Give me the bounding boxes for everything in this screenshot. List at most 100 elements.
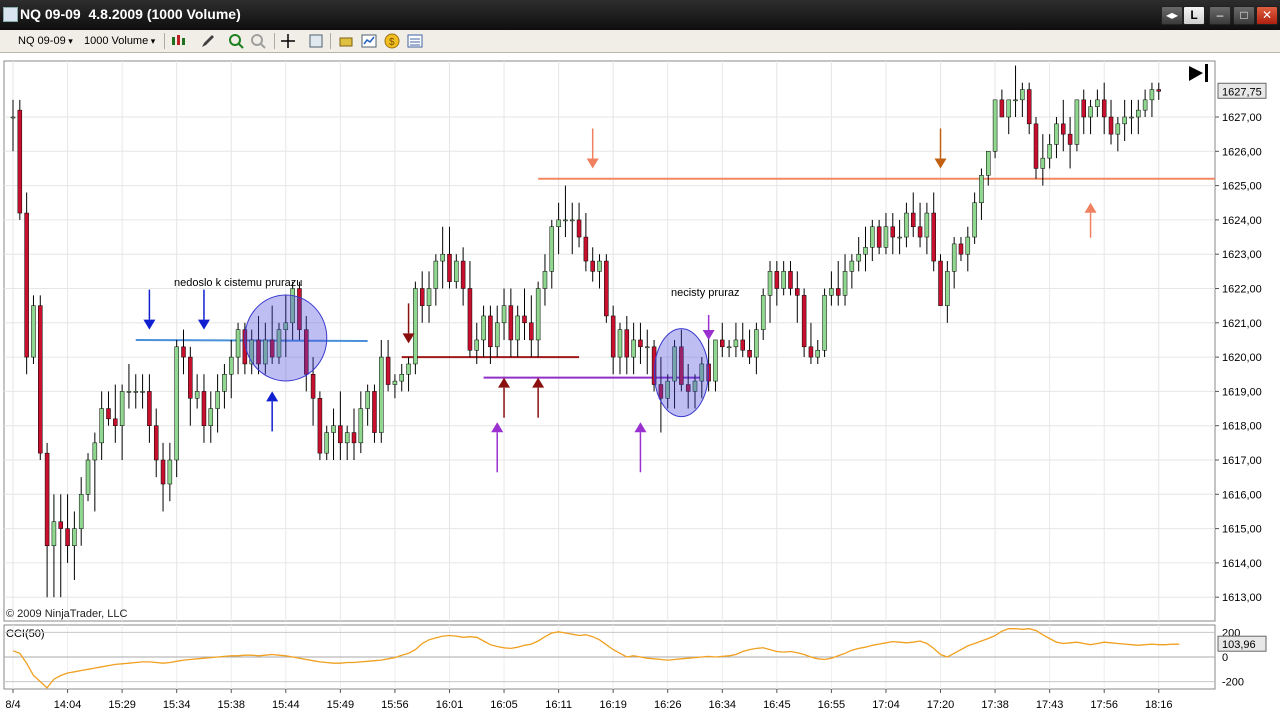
candle-body	[153, 425, 159, 461]
candle-body	[870, 226, 875, 248]
candle-body	[10, 116, 16, 119]
candle-body	[972, 202, 977, 238]
time-tick-label: 16:11	[545, 699, 572, 711]
candle-body	[494, 322, 500, 348]
minimize-button[interactable]: –	[1209, 6, 1231, 25]
candle-body	[119, 391, 125, 426]
candle-body	[1047, 144, 1052, 159]
candle-body	[1108, 116, 1114, 135]
maximize-button[interactable]: □	[1233, 6, 1255, 25]
candle-body	[215, 391, 220, 409]
instrument-selector[interactable]: NQ 09-09	[18, 33, 73, 49]
candle-body	[501, 305, 507, 324]
candle-body	[31, 305, 36, 358]
candle-body	[433, 260, 439, 289]
data-box-icon[interactable]	[308, 33, 324, 49]
candle-body	[406, 363, 411, 375]
breakout-ellipse-1	[244, 294, 328, 382]
candle-body	[58, 521, 63, 529]
time-tick-label: 16:45	[763, 699, 791, 711]
candle-body	[597, 260, 602, 272]
candle-body	[590, 260, 595, 272]
time-tick-label: 15:44	[272, 699, 300, 711]
time-tick-label: 16:05	[490, 699, 518, 711]
candle-body	[767, 271, 773, 296]
candle-body	[440, 253, 445, 262]
instrument-link-button[interactable]: L	[1183, 6, 1205, 25]
candle-body	[563, 219, 568, 222]
candle-body	[392, 380, 398, 385]
candle-body	[645, 346, 650, 349]
candle-body	[522, 315, 527, 324]
close-button[interactable]: ✕	[1256, 6, 1278, 25]
candle-body	[733, 339, 739, 348]
link-button[interactable]: ◂▸	[1161, 6, 1183, 25]
candle-body	[760, 295, 766, 330]
candle-body	[1149, 89, 1155, 101]
candle-body	[904, 212, 909, 238]
time-tick-label: 18:16	[1145, 699, 1173, 711]
candle-body	[931, 212, 936, 262]
price-tick-label: 1626,00	[1222, 146, 1262, 158]
candle-body	[569, 219, 575, 222]
time-axis: 8/4 14:04 15:29 15:34 15:38 15:44 15:49 15:56 16…	[5, 689, 1173, 711]
candle-body	[167, 459, 173, 485]
chart-area[interactable]: nedoslo k cistemu prurazu necisty pruraz ©…	[0, 53, 1280, 716]
last-price-label: 1627,75	[1222, 86, 1262, 98]
candle-body	[17, 109, 23, 214]
candle-body	[222, 374, 227, 392]
cci-axis-label: -200	[1222, 677, 1244, 689]
candle-body	[610, 315, 616, 358]
zoom-out-icon[interactable]	[250, 33, 266, 49]
zoom-in-icon[interactable]	[228, 33, 244, 49]
window-title: NQ 09-09 4.8.2009 (1000 Volume)	[20, 6, 241, 22]
candle-body	[856, 253, 861, 262]
candle-body	[1054, 123, 1059, 145]
crosshair-icon[interactable]	[280, 33, 296, 49]
time-tick-label: 15:29	[108, 699, 136, 711]
time-tick-label: 17:56	[1090, 699, 1118, 711]
indicator-icon[interactable]	[361, 33, 377, 49]
candle-body	[1095, 99, 1100, 107]
candle-body	[126, 391, 132, 393]
candle-body	[24, 212, 29, 358]
candle-body	[713, 339, 718, 382]
grid	[3, 60, 1216, 690]
candle-body	[1020, 89, 1025, 101]
candle-body	[201, 391, 207, 426]
candle-body	[1081, 99, 1086, 118]
period-selector[interactable]: 1000 Volume	[84, 33, 155, 49]
candle-body	[979, 175, 984, 203]
candle-body	[1026, 89, 1032, 125]
price-tick-label: 1625,00	[1222, 181, 1262, 193]
time-tick-label: 17:38	[981, 699, 1009, 711]
price-tick-label: 1614,00	[1222, 558, 1262, 570]
candle-body	[99, 408, 104, 444]
time-tick-label: 16:55	[818, 699, 846, 711]
candle-body	[1061, 123, 1066, 135]
candle-body	[542, 271, 548, 289]
toolbar-separator	[274, 33, 275, 49]
candle-body	[194, 391, 200, 399]
candle-body	[399, 374, 404, 382]
strategy-icon[interactable]	[338, 33, 354, 49]
candle-body	[379, 356, 384, 433]
price-tick-label: 1618,00	[1222, 421, 1262, 433]
candle-body	[576, 219, 582, 238]
price-tick-label: 1615,00	[1222, 524, 1262, 536]
candle-body	[174, 346, 179, 461]
pencil-draw-icon[interactable]	[200, 33, 216, 49]
candle-body	[1013, 99, 1018, 102]
candlestick-chart-icon[interactable]	[170, 33, 186, 49]
candle-body	[835, 288, 841, 296]
properties-icon[interactable]	[407, 33, 423, 49]
candle-body	[774, 271, 780, 289]
candle-body	[740, 339, 745, 351]
candle-body	[160, 459, 166, 485]
candle-body	[938, 260, 943, 306]
price-tick-label: 1613,00	[1222, 592, 1262, 604]
money-icon[interactable]: $	[384, 33, 400, 49]
candle-body	[72, 528, 77, 547]
time-tick-label: 15:38	[217, 699, 245, 711]
candle-body	[883, 226, 889, 248]
